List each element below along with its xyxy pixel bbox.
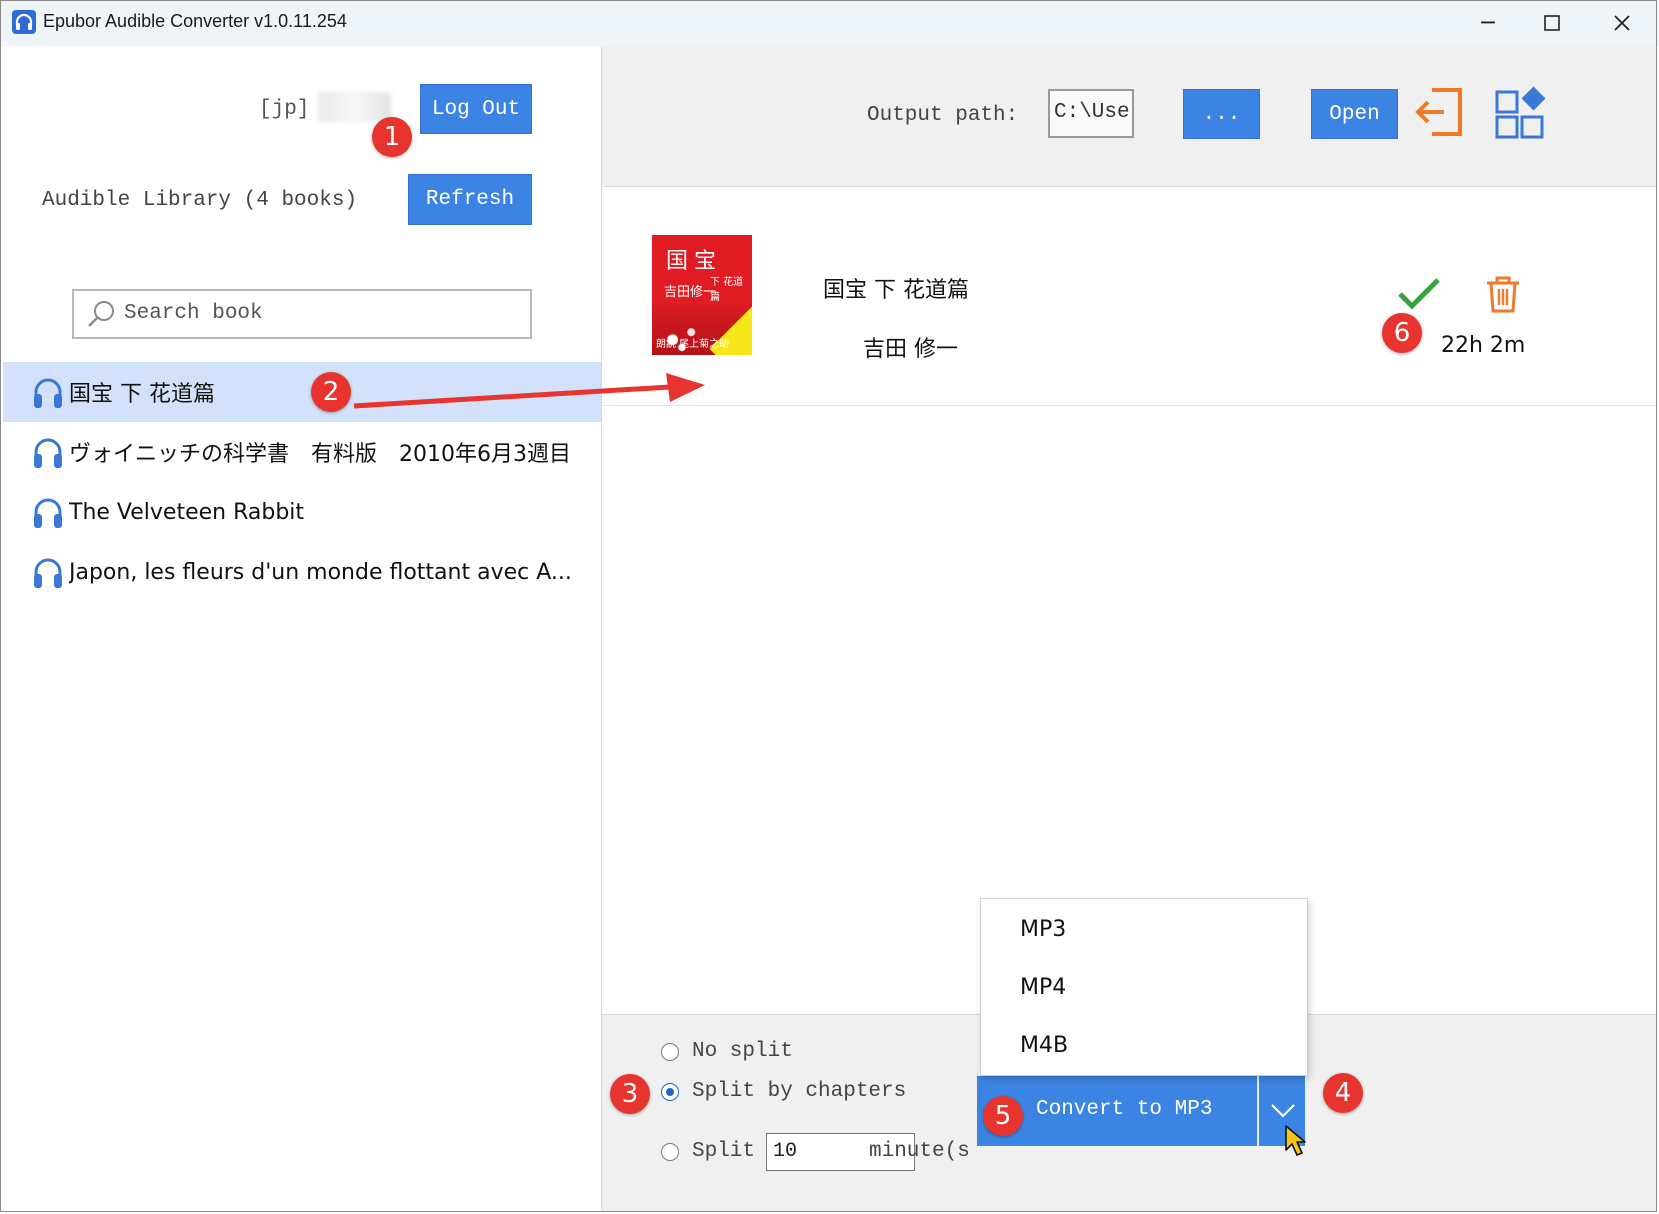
window-frame (0, 0, 1657, 1212)
